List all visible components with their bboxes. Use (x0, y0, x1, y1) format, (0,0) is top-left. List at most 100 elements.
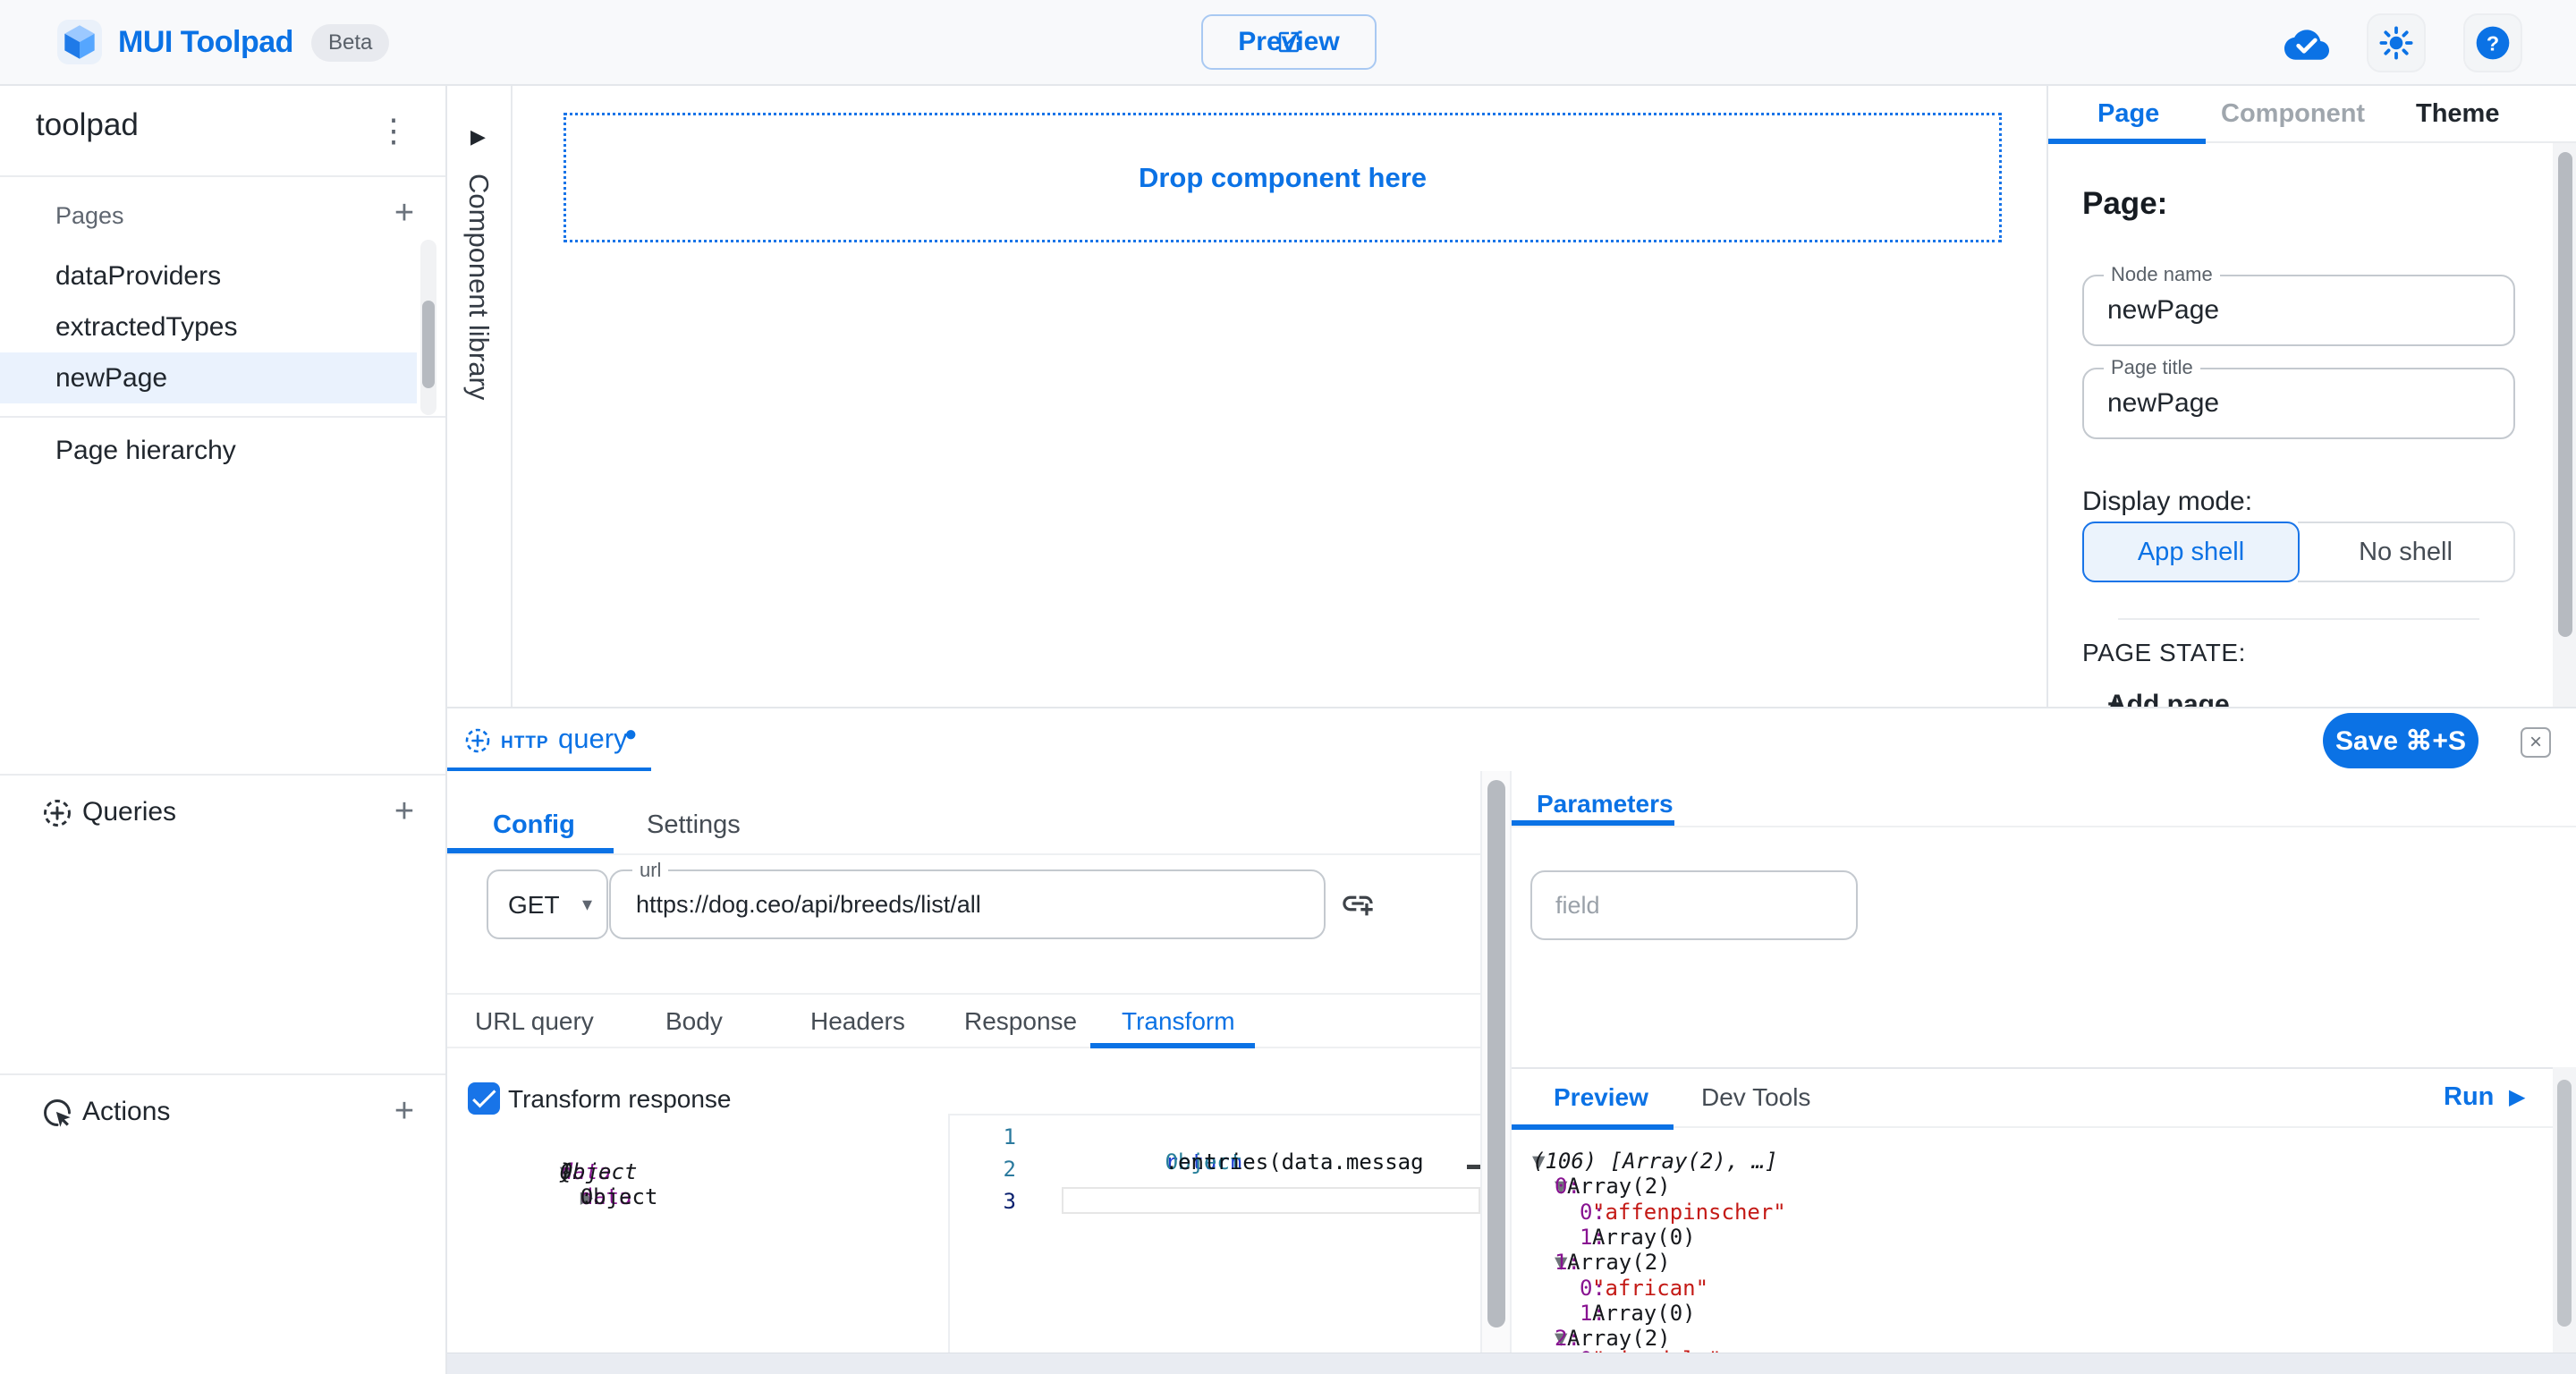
divider (0, 416, 445, 418)
pages-section-label: Pages (55, 202, 124, 230)
actions-icon (41, 1097, 73, 1129)
add-page-parameters-label: Add page parameters (2107, 690, 2252, 707)
actions-section-label: Actions (82, 1097, 170, 1127)
add-link-icon[interactable] (1340, 886, 1376, 921)
page-item-label: newPage (55, 363, 167, 394)
code-cursor-mark (1467, 1165, 1480, 1169)
transform-response-checkbox[interactable] (468, 1082, 500, 1115)
tree-root-summary: (106) [Array(2), …] (1532, 1149, 1778, 1174)
component-library-expand-icon[interactable]: ▶ (470, 125, 486, 148)
plus-icon: + (394, 1092, 414, 1131)
active-result-tab-indicator (1512, 1124, 1674, 1130)
tab-body[interactable]: Body (665, 1007, 723, 1036)
page-heading: Page: (2082, 186, 2167, 222)
tree-string-value: "african" (1592, 1276, 1708, 1301)
node-name-field: Node name (2082, 275, 2515, 346)
sun-icon (2379, 26, 2413, 60)
tab-parameters[interactable]: Parameters (1537, 790, 1674, 818)
tab-transform[interactable]: Transform (1122, 1007, 1235, 1036)
tab-headers[interactable]: Headers (810, 1007, 905, 1036)
method-select[interactable]: GET ▾ (487, 869, 608, 939)
tab-settings[interactable]: Settings (647, 810, 741, 840)
pages-scrollbar-thumb[interactable] (422, 301, 435, 388)
plus-icon: + (394, 194, 414, 233)
save-button[interactable]: Save ⌘+S (2323, 713, 2479, 768)
page-state-label: PAGE STATE: (2082, 639, 2246, 667)
tree-value: Array(2) (1567, 1250, 1671, 1275)
tab-config[interactable]: Config (493, 810, 575, 840)
transform-code-editor[interactable]: 1 2 3 return Object.entries(data.messag (948, 1114, 1480, 1353)
add-action-button[interactable]: + (385, 1091, 424, 1131)
project-menu-button[interactable]: ⋮ (372, 109, 415, 152)
query-tab[interactable]: query (558, 723, 628, 755)
add-query-button[interactable]: + (385, 792, 424, 831)
query-protocol-badge: HTTP (501, 734, 549, 753)
tab-component[interactable]: Component (2221, 99, 2365, 129)
tab-theme[interactable]: Theme (2416, 99, 2499, 129)
tree-value: Object (580, 1184, 658, 1209)
svg-text:?: ? (2487, 31, 2499, 55)
page-hierarchy-label[interactable]: Page hierarchy (55, 436, 236, 466)
page-title-input[interactable] (2107, 369, 2492, 437)
help-icon: ? (2475, 25, 2511, 61)
scope-tree-data-node: ▶data: Object (503, 1159, 580, 1234)
sidebar-item-newpage-selected[interactable]: newPage (0, 352, 417, 403)
component-library-label[interactable]: Component library (462, 174, 495, 400)
theme-brightness-button[interactable] (2367, 13, 2426, 72)
request-tabs: URL query Body Headers Response Transfor… (447, 993, 1480, 1048)
drop-zone[interactable]: Drop component here (564, 113, 2002, 242)
query-config-panel: Config Settings GET ▾ url URL query Body… (447, 771, 1480, 1353)
tab-preview[interactable]: Preview (1554, 1083, 1648, 1112)
display-mode-no-shell[interactable]: No shell (2298, 522, 2515, 582)
cloud-synced-icon (2284, 25, 2329, 61)
divider (0, 1073, 445, 1075)
queries-icon (41, 797, 73, 829)
run-play-icon[interactable]: ▶ (2509, 1084, 2525, 1110)
app-title: MUI Toolpad (118, 25, 293, 60)
kebab-icon: ⋮ (377, 112, 410, 149)
beta-badge: Beta (311, 24, 389, 62)
preview-button[interactable]: Preview (1201, 14, 1377, 70)
node-name-input[interactable] (2107, 276, 2492, 344)
parameter-input[interactable] (1555, 872, 1833, 938)
divider (447, 853, 1480, 855)
drop-zone-label: Drop component here (1139, 162, 1427, 194)
run-button[interactable]: Run (2444, 1082, 2494, 1112)
tree-string-value: "affenpinscher" (1592, 1200, 1786, 1225)
page-item-label: extractedTypes (55, 312, 237, 343)
query-editor-header: HTTP query ● Save ⌘+S × (447, 707, 2576, 773)
url-input[interactable] (636, 871, 1298, 937)
tree-value: Array(0) (1592, 1301, 1696, 1326)
page-title-field: Page title (2082, 368, 2515, 439)
close-query-editor-button[interactable]: × (2521, 727, 2551, 758)
unsaved-indicator-icon: ● (624, 722, 638, 747)
display-mode-label: Display mode: (2082, 487, 2252, 517)
method-value: GET (508, 891, 560, 920)
tab-page[interactable]: Page (2097, 99, 2159, 129)
inspector-panel: Page Component Theme Page: Node name Pag… (2046, 86, 2576, 707)
panel-scrollbar-thumb[interactable] (1487, 780, 1505, 1327)
query-icon (463, 726, 492, 755)
transform-response-label: Transform response (508, 1085, 732, 1114)
status-strip (447, 1353, 2576, 1374)
tab-dev-tools[interactable]: Dev Tools (1701, 1083, 1810, 1112)
chevron-down-icon: ▾ (582, 893, 592, 916)
add-page-button[interactable]: + (385, 193, 424, 233)
preview-scrollbar-thumb[interactable] (2557, 1080, 2572, 1327)
sidebar-item-extractedtypes[interactable]: extractedTypes (0, 301, 417, 352)
parameter-field (1530, 870, 1858, 940)
display-mode-toggle: App shell No shell (2082, 522, 2515, 582)
inspector-scrollbar-thumb[interactable] (2558, 152, 2572, 637)
mui-toolpad-app: MUI Toolpad Beta Preview (0, 0, 2576, 1374)
display-mode-app-shell[interactable]: App shell (2082, 522, 2300, 582)
queries-section-label: Queries (82, 797, 176, 827)
line-number-active: 3 (977, 1189, 1016, 1214)
help-button[interactable]: ? (2463, 13, 2522, 72)
tab-url-query[interactable]: URL query (475, 1007, 594, 1036)
component-library-strip[interactable]: ▶ Component library (447, 86, 513, 707)
page-canvas: ▶ Component library Drop component here (447, 86, 2046, 707)
code-rest: .entries(data.messag (1165, 1149, 1424, 1175)
sidebar-item-dataproviders[interactable]: dataProviders (0, 250, 417, 301)
tab-response[interactable]: Response (964, 1007, 1077, 1036)
tree-value: Array(2) (1567, 1174, 1671, 1199)
